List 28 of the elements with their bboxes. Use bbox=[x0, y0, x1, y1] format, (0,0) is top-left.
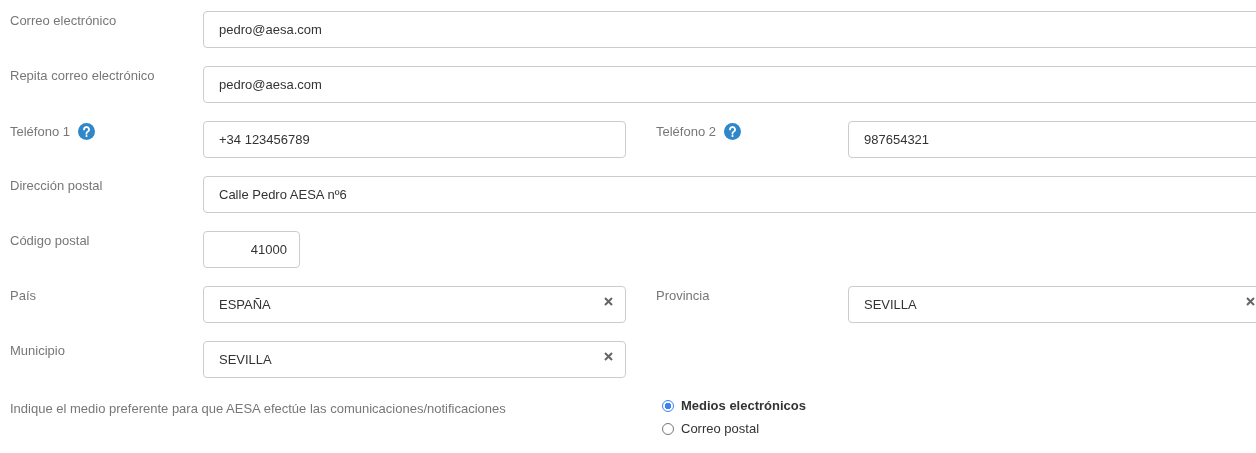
radio-option[interactable]: Correo postal bbox=[662, 421, 806, 436]
select-field[interactable]: SEVILLA bbox=[203, 341, 626, 378]
input-field[interactable]: pedro@aesa.com bbox=[203, 66, 1256, 103]
field-label: Provincia bbox=[656, 288, 710, 303]
field-label: Teléfono 2 bbox=[656, 124, 716, 139]
help-icon[interactable] bbox=[78, 123, 95, 140]
field-label: Repita correo electrónico bbox=[10, 68, 155, 83]
input-field[interactable]: 987654321 bbox=[848, 121, 1256, 158]
input-field[interactable]: Calle Pedro AESA nº6 bbox=[203, 176, 1256, 213]
clear-icon[interactable] bbox=[604, 297, 613, 306]
field-label: Teléfono 1 bbox=[10, 124, 70, 139]
select-field[interactable]: SEVILLA bbox=[848, 286, 1256, 323]
field-label: Dirección postal bbox=[10, 178, 103, 193]
question-text: Indique el medio preferente para que AESA efectúe las comunicaciones/notificaciones bbox=[10, 400, 507, 418]
clear-icon[interactable] bbox=[604, 352, 613, 361]
field-label: Municipio bbox=[10, 343, 65, 358]
radio-option[interactable]: Medios electrónicos bbox=[662, 398, 806, 413]
field-label: País bbox=[10, 288, 36, 303]
input-field[interactable]: pedro@aesa.com bbox=[203, 11, 1256, 48]
field-label: Correo electrónico bbox=[10, 13, 117, 28]
radio-button[interactable] bbox=[662, 399, 674, 412]
clear-icon[interactable] bbox=[1246, 297, 1255, 306]
input-field[interactable]: 41000 bbox=[203, 231, 300, 268]
select-field[interactable]: ESPAÑA bbox=[203, 286, 626, 323]
field-label: Código postal bbox=[10, 233, 90, 248]
radio-button[interactable] bbox=[662, 422, 674, 435]
input-field[interactable]: +34 123456789 bbox=[203, 121, 626, 158]
help-icon[interactable] bbox=[724, 123, 741, 140]
